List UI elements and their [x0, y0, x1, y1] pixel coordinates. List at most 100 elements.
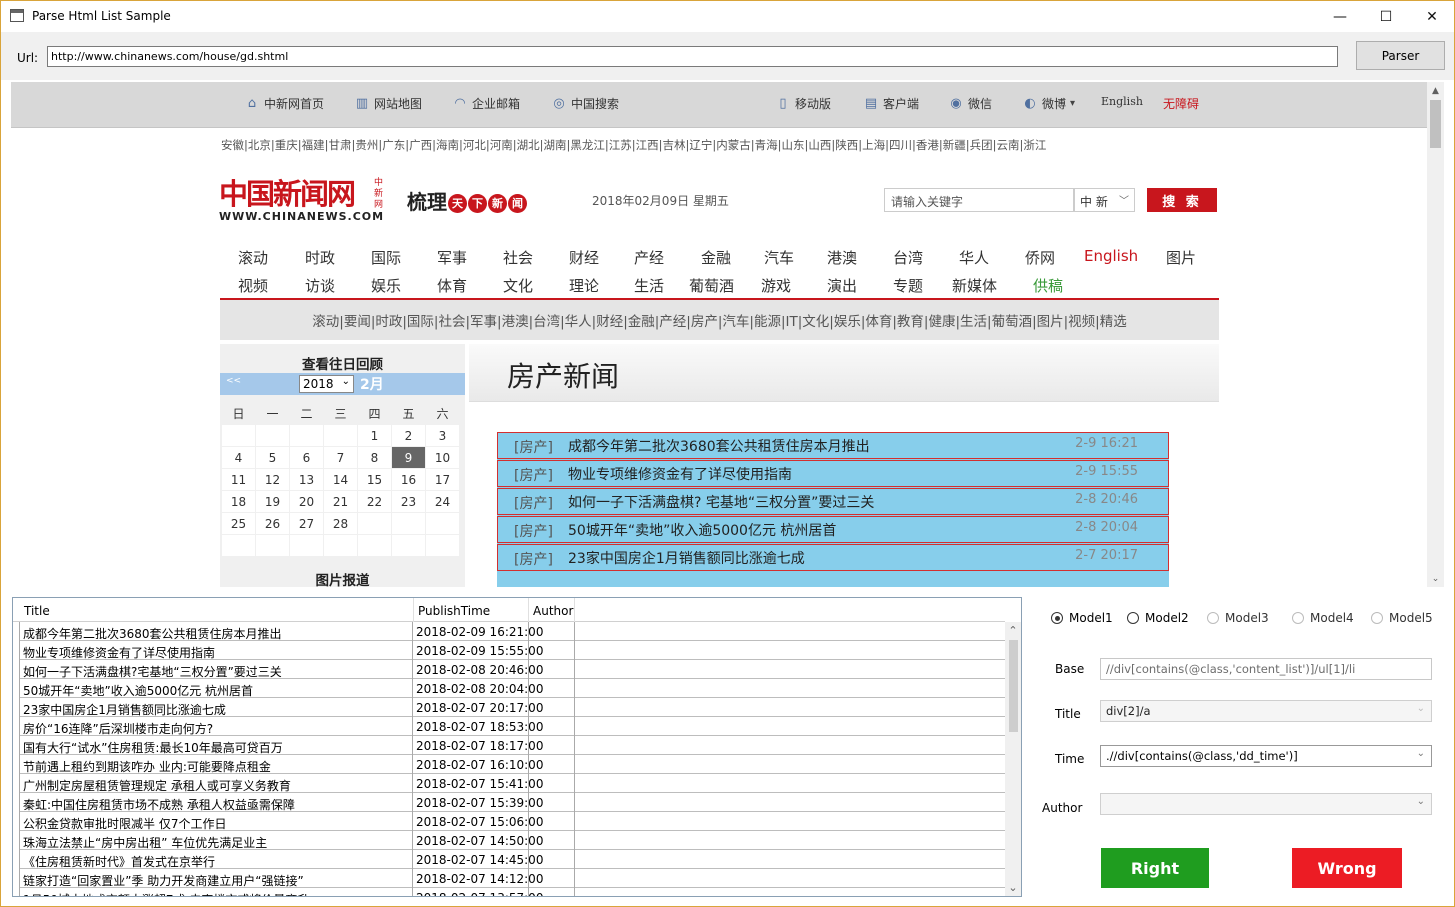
- base-input[interactable]: //div[contains(@class,'content_list')]/u…: [1100, 658, 1432, 680]
- cell-publishtime[interactable]: 2018-02-07 16:10:00: [413, 755, 543, 774]
- cell-author[interactable]: [529, 736, 575, 755]
- main-nav-item[interactable]: 台湾: [893, 247, 923, 268]
- cell-title[interactable]: 秦虹:中国住房租赁市场不成熟 承租人权益亟需保障: [19, 793, 413, 812]
- calendar-prev-button[interactable]: <<: [226, 376, 241, 386]
- grid-scrollbar[interactable]: ⌃ ⌄: [1005, 622, 1021, 896]
- calendar-day[interactable]: 15: [358, 469, 391, 490]
- calendar-day[interactable]: 21: [324, 491, 357, 512]
- column-header-author[interactable]: Author: [533, 604, 573, 618]
- calendar-day[interactable]: 3: [426, 425, 459, 446]
- calendar-day[interactable]: 13: [290, 469, 323, 490]
- topnav-home[interactable]: ⌂ 中新网首页: [244, 95, 324, 112]
- cell-publishtime[interactable]: 2018-02-07 20:17:00: [413, 698, 543, 717]
- main-nav-item[interactable]: 游戏: [761, 275, 791, 296]
- cell-publishtime[interactable]: 2018-02-07 14:12:00: [413, 869, 543, 888]
- model4-radio[interactable]: Model4: [1292, 611, 1354, 625]
- main-nav-item[interactable]: 演出: [827, 275, 857, 296]
- topnav-search[interactable]: ◎ 中国搜索: [551, 95, 619, 112]
- news-title[interactable]: 23家中国房企1月销售额同比涨逾七成: [568, 548, 805, 568]
- cell-publishtime[interactable]: 2018-02-09 15:55:00: [413, 641, 543, 660]
- browser-scrollbar[interactable]: ▲ ⌄: [1427, 82, 1444, 587]
- calendar-day[interactable]: 1: [358, 425, 391, 446]
- calendar-day[interactable]: 2: [392, 425, 425, 446]
- news-item[interactable]: [房产] 50城开年“卖地”收入逾5000亿元 杭州居首 2-8 20:04: [497, 516, 1169, 543]
- cell-author[interactable]: [529, 679, 575, 698]
- cell-author[interactable]: [529, 755, 575, 774]
- main-nav-item[interactable]: 娱乐: [371, 275, 401, 296]
- calendar-day[interactable]: 27: [290, 513, 323, 534]
- table-row[interactable]: 公积金贷款审批时限减半 仅7个工作日 2018-02-07 15:06:00: [19, 812, 1005, 831]
- time-combobox[interactable]: .//div[contains(@class,'dd_time')] ⌄: [1100, 745, 1432, 767]
- cell-title[interactable]: 《住房租赁新时代》首发式在京举行: [19, 850, 413, 869]
- calendar-day[interactable]: 28: [324, 513, 357, 534]
- topnav-sitemap[interactable]: ▥ 网站地图: [354, 95, 422, 112]
- calendar-day[interactable]: 9: [392, 447, 425, 468]
- model3-radio[interactable]: Model3: [1207, 611, 1269, 625]
- topnav-weibo[interactable]: ◐ 微博 ▾: [1022, 95, 1075, 112]
- cell-publishtime[interactable]: 2018-02-08 20:04:00: [413, 679, 543, 698]
- cell-author[interactable]: [529, 622, 575, 641]
- news-item[interactable]: [房产] 成都今年第二批次3680套公共租赁住房本月推出 2-9 16:21: [497, 432, 1169, 459]
- topnav-wechat[interactable]: ◉ 微信: [948, 95, 992, 112]
- cell-title[interactable]: 房价“16连降”后深圳楼市走向何方?: [19, 717, 413, 736]
- cell-publishtime[interactable]: 2018-02-07 15:39:00: [413, 793, 543, 812]
- news-title[interactable]: 物业专项维修资金有了详尽使用指南: [568, 464, 792, 484]
- calendar-day[interactable]: 23: [392, 491, 425, 512]
- topnav-mobile[interactable]: ▯ 移动版: [775, 95, 831, 112]
- calendar-day[interactable]: 17: [426, 469, 459, 490]
- main-nav-item[interactable]: 生活: [634, 275, 664, 296]
- calendar-day[interactable]: 22: [358, 491, 391, 512]
- calendar-day[interactable]: 16: [392, 469, 425, 490]
- table-row[interactable]: 链家打造“回家置业”季 助力开发商建立用户“强链接” 2018-02-07 14:…: [19, 869, 1005, 888]
- right-button[interactable]: Right: [1101, 848, 1209, 888]
- table-row[interactable]: 23家中国房企1月销售额同比涨逾七成 2018-02-07 20:17:00: [19, 698, 1005, 717]
- cell-publishtime[interactable]: 2018-02-09 16:21:00: [413, 622, 543, 641]
- table-row[interactable]: 珠海立法禁止“房中房出租” 车位优先满足业主 2018-02-07 14:50:0…: [19, 831, 1005, 850]
- main-nav-item[interactable]: 时政: [305, 247, 335, 268]
- main-nav-item[interactable]: 华人: [959, 247, 989, 268]
- cell-author[interactable]: [529, 888, 575, 896]
- column-header-publishtime[interactable]: PublishTime: [418, 604, 490, 618]
- main-nav-item[interactable]: 文化: [503, 275, 533, 296]
- calendar-day[interactable]: 20: [290, 491, 323, 512]
- site-search-button[interactable]: 搜 索: [1147, 188, 1217, 212]
- sub-nav[interactable]: 滚动|要闻|时政|国际|社会|军事|港澳|台湾|华人|财经|金融|产经|房产|汽…: [220, 300, 1219, 340]
- cell-author[interactable]: [529, 641, 575, 660]
- cell-author[interactable]: [529, 660, 575, 679]
- table-row[interactable]: 成都今年第二批次3680套公共租赁住房本月推出 2018-02-09 16:21:…: [19, 622, 1005, 641]
- cell-author[interactable]: [529, 850, 575, 869]
- table-row[interactable]: 广州制定房屋租赁管理规定 承租人或可享义务教育 2018-02-07 15:41:…: [19, 774, 1005, 793]
- topnav-english[interactable]: English: [1101, 95, 1143, 108]
- cell-title[interactable]: 国有大行“试水”住房租赁:最长10年最高可贷百万: [19, 736, 413, 755]
- main-nav-item[interactable]: 理论: [569, 275, 599, 296]
- maximize-button[interactable]: ☐: [1363, 1, 1409, 32]
- cell-title[interactable]: 公积金贷款审批时限减半 仅7个工作日: [19, 812, 413, 831]
- cell-author[interactable]: [529, 717, 575, 736]
- main-nav-item[interactable]: 体育: [437, 275, 467, 296]
- calendar-day[interactable]: 4: [222, 447, 255, 468]
- cell-title[interactable]: 链家打造“回家置业”季 助力开发商建立用户“强链接”: [19, 869, 413, 888]
- calendar-day[interactable]: 19: [256, 491, 289, 512]
- search-scope-select[interactable]: 中 新 ﹀: [1074, 188, 1135, 212]
- column-header-title[interactable]: Title: [24, 604, 50, 618]
- news-title[interactable]: 50城开年“卖地”收入逾5000亿元 杭州居首: [568, 520, 836, 540]
- close-button[interactable]: ✕: [1409, 1, 1454, 32]
- calendar-day[interactable]: 26: [256, 513, 289, 534]
- cell-publishtime[interactable]: 2018-02-07 15:06:00: [413, 812, 543, 831]
- main-nav-item[interactable]: 新媒体: [952, 275, 997, 296]
- scroll-up-arrow[interactable]: ▲: [1427, 82, 1444, 99]
- parser-button[interactable]: Parser: [1356, 41, 1445, 70]
- topnav-accessibility[interactable]: 无障碍: [1163, 95, 1199, 112]
- cell-title[interactable]: 成都今年第二批次3680套公共租赁住房本月推出: [19, 622, 413, 641]
- cell-title[interactable]: 节前遇上租约到期该咋办 业内:可能要降点租金: [19, 755, 413, 774]
- main-nav-item[interactable]: 供稿: [1033, 275, 1063, 296]
- calendar-day[interactable]: 5: [256, 447, 289, 468]
- cell-title[interactable]: 珠海立法禁止“房中房出租” 车位优先满足业主: [19, 831, 413, 850]
- main-nav-item[interactable]: 侨网: [1025, 247, 1055, 268]
- main-nav-item[interactable]: 金融: [701, 247, 731, 268]
- main-nav-item[interactable]: 国际: [371, 247, 401, 268]
- scroll-down-arrow[interactable]: ⌄: [1005, 879, 1021, 896]
- cell-author[interactable]: [529, 869, 575, 888]
- calendar-day[interactable]: 14: [324, 469, 357, 490]
- cell-author[interactable]: [529, 831, 575, 850]
